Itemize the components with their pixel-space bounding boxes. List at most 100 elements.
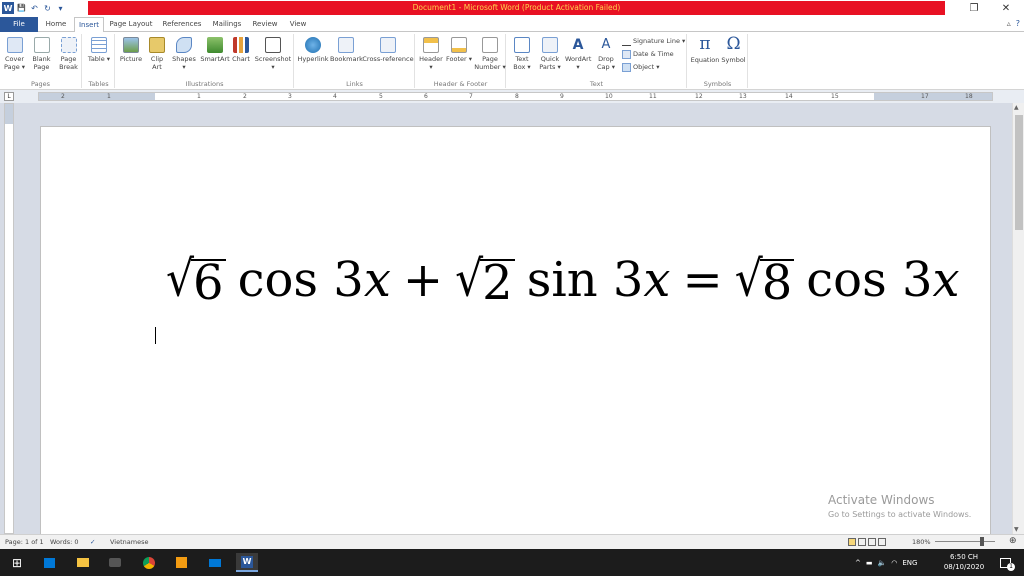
save-icon[interactable]: 💾 [16,3,27,14]
symbol-label: Symbol [721,56,746,64]
zoom-in-icon[interactable]: ⊕ [1009,536,1017,546]
table-icon [91,37,107,53]
signature-line-button[interactable]: Signature Line ▾ [622,36,685,47]
cover-page-button[interactable]: Cover Page ▾ [2,35,27,79]
vertical-scrollbar[interactable]: ▲ ▼ [1012,103,1024,534]
tab-insert[interactable]: Insert [74,17,104,33]
drop-cap-button[interactable]: A Drop Cap ▾ [593,35,619,79]
proofing-icon[interactable]: ✓ [90,538,95,546]
page-break-button[interactable]: Page Break [56,35,81,79]
web-layout-icon[interactable] [868,538,876,546]
customize-qat-icon[interactable]: ▾ [55,3,66,14]
object-button[interactable]: Object ▾ [622,62,660,73]
store-icon[interactable] [38,553,60,572]
footer-button[interactable]: Footer ▾ [446,35,472,79]
chart-button[interactable]: Chart [230,35,252,79]
mail-icon[interactable] [204,553,226,572]
tab-home[interactable]: Home [40,17,72,32]
equals-sign: = [682,252,723,308]
tab-view[interactable]: View [284,17,312,32]
vertical-ruler[interactable] [4,103,14,534]
shapes-button[interactable]: Shapes ▾ [170,35,198,79]
view-buttons[interactable] [848,538,888,546]
notification-center-icon[interactable]: 1 [994,553,1016,572]
text-box-button[interactable]: Text Box ▾ [509,35,535,79]
start-icon[interactable]: ⊞ [6,553,28,572]
document-page[interactable]: √ 6 cos 3x + √ 2 sin 3x = √ 8 cos 3x [40,126,991,534]
chrome-icon[interactable] [138,553,160,572]
ruler-tick: 12 [695,93,703,100]
hyperlink-button[interactable]: Hyperlink [297,35,329,79]
close-button[interactable]: ✕ [992,0,1020,16]
bookmark-button[interactable]: Bookmark [330,35,363,79]
chevron-up-icon[interactable]: ^ [855,559,861,567]
zoom-level[interactable]: 180% [912,538,931,546]
outline-icon[interactable] [878,538,886,546]
smartart-button[interactable]: SmartArt [200,35,230,79]
taskbar-clock[interactable]: 6:50 CH 08/10/2020 [938,552,990,572]
tab-page-layout[interactable]: Page Layout [106,17,156,32]
tab-selector[interactable]: L [4,92,14,101]
print-layout-icon[interactable] [848,538,856,546]
quick-parts-button[interactable]: Quick Parts ▾ [537,35,563,79]
camera-icon[interactable] [104,553,126,572]
help-icon[interactable]: ? [1016,19,1020,28]
tab-review[interactable]: Review [248,17,282,32]
omega-icon: Ω [726,34,741,54]
tab-references[interactable]: References [158,17,206,32]
tab-file[interactable]: File [0,17,38,32]
screenshot-button[interactable]: Screenshot ▾ [254,35,292,79]
page-count[interactable]: Page: 1 of 1 [5,538,44,546]
scrollbar-thumb[interactable] [1015,115,1023,230]
word-count[interactable]: Words: 0 [50,538,79,546]
ruler-tick: 10 [605,93,613,100]
title-bar: W 💾 ↶ ↻ ▾ Document1 - Microsoft Word (Pr… [0,0,1024,16]
table-label: Table ▾ [87,55,111,63]
group-pages: Cover Page ▾ Blank Page Page Break Pages [0,34,82,88]
page-number-button[interactable]: Page Number ▾ [474,35,506,79]
battery-icon[interactable]: ▬ [866,559,873,567]
cross-reference-icon [380,37,396,53]
zoom-slider-knob[interactable] [980,537,984,546]
zoom-slider[interactable] [935,541,995,542]
ruler-tick: 1 [197,93,201,100]
date-time-button[interactable]: Date & Time [622,49,674,60]
word-window: W 💾 ↶ ↻ ▾ Document1 - Microsoft Word (Pr… [0,0,1024,576]
minimize-ribbon-icon[interactable]: ▵ [1007,19,1011,28]
watermark-line2: Go to Settings to activate Windows. [828,510,972,519]
full-screen-icon[interactable] [858,538,866,546]
picture-icon [123,37,139,53]
wifi-icon[interactable]: ◠ [891,559,897,567]
word-taskbar-icon[interactable]: W [236,553,258,572]
symbol-button[interactable]: Ω Symbol [720,35,747,79]
scroll-up-icon[interactable]: ▲ [1014,104,1019,111]
horizontal-ruler[interactable]: 2 1 1 2 3 4 5 6 7 8 9 10 11 12 13 14 15 … [38,92,993,101]
table-button[interactable]: Table ▾ [86,35,112,79]
input-language[interactable]: ENG [902,559,917,567]
page-number-icon [482,37,498,53]
restore-button[interactable]: ❐ [960,0,988,16]
wordart-button[interactable]: A WordArt ▾ [565,35,591,79]
equation-button[interactable]: π Equation [689,35,721,79]
word-logo-icon[interactable]: W [2,2,14,14]
cross-reference-button[interactable]: Cross-reference [362,35,414,79]
volume-icon[interactable]: 🔈 [878,559,887,567]
file-explorer-icon[interactable] [72,553,94,572]
redo-icon[interactable]: ↻ [42,3,53,14]
language-indicator[interactable]: Vietnamese [110,538,148,546]
radicand: 8 [759,255,795,311]
scroll-down-icon[interactable]: ▼ [1014,526,1019,533]
media-player-icon[interactable] [170,553,192,572]
clip-art-button[interactable]: Clip Art [146,35,168,79]
clip-art-label: Clip Art [150,55,164,71]
picture-button[interactable]: Picture [118,35,144,79]
blank-page-button[interactable]: Blank Page [29,35,54,79]
equation[interactable]: √ 6 cos 3x + √ 2 sin 3x = √ 8 cos 3x [166,250,960,310]
undo-icon[interactable]: ↶ [29,3,40,14]
blank-page-icon [33,37,50,53]
smartart-icon [207,37,223,53]
page-break-icon [60,37,77,53]
header-button[interactable]: Header ▾ [418,35,444,79]
tab-mailings[interactable]: Mailings [208,17,246,32]
group-tables: Table ▾ Tables [83,34,115,88]
